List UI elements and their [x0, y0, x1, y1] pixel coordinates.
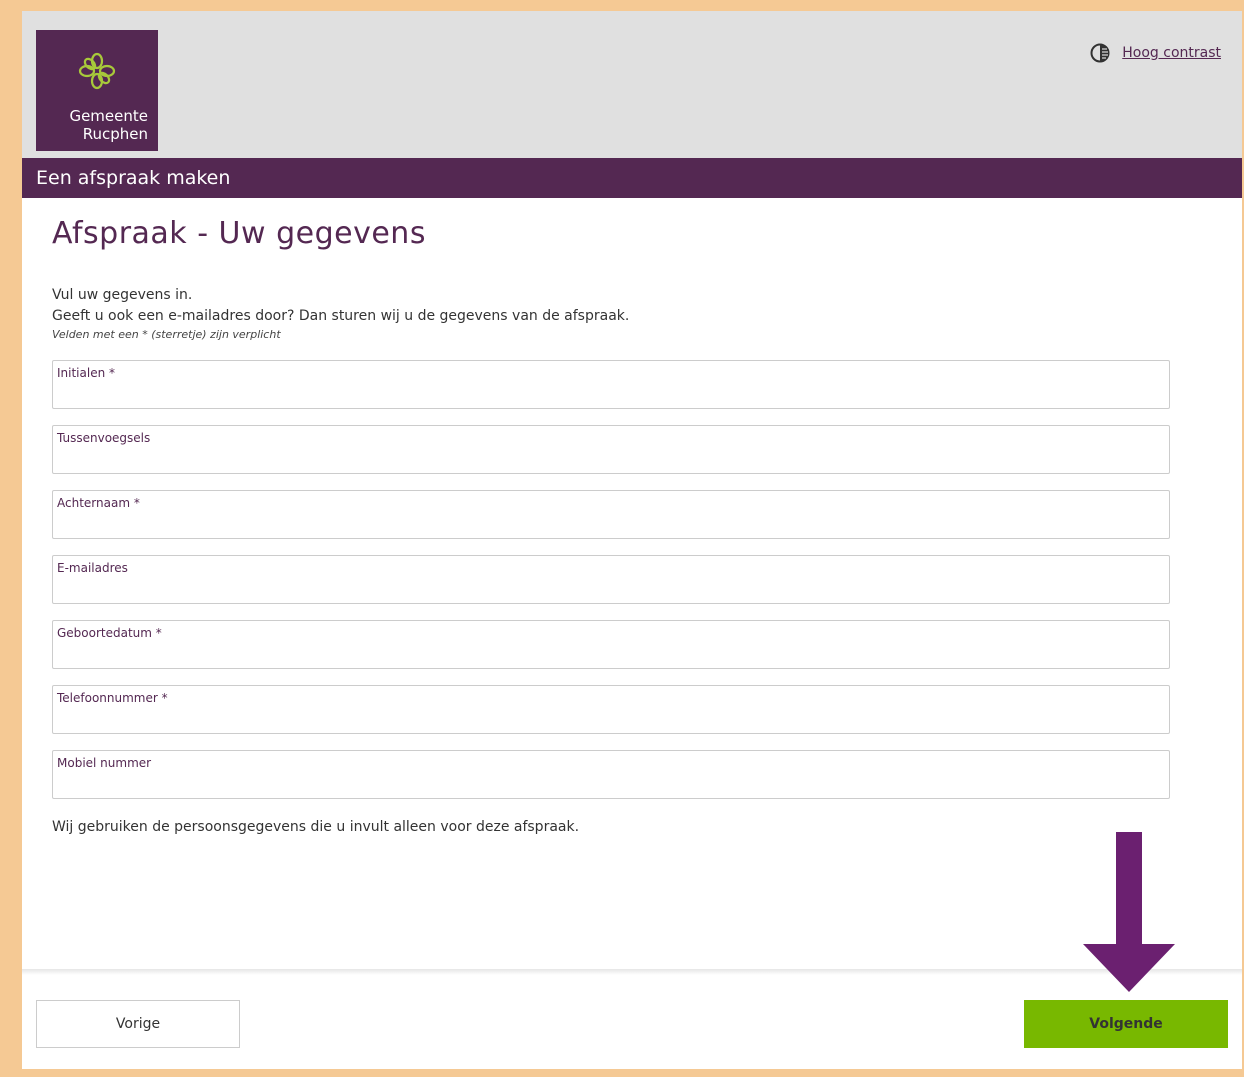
email-input[interactable]	[57, 578, 1163, 600]
mobile-field[interactable]: Mobiel nummer	[52, 750, 1170, 799]
phone-input[interactable]	[57, 708, 1163, 730]
municipality-logo[interactable]: Gemeente Rucphen	[36, 30, 158, 151]
required-fields-note: Velden met een * (sterretje) zijn verpli…	[52, 328, 281, 341]
page-banner: Een afspraak maken	[22, 158, 1242, 198]
contrast-icon	[1090, 43, 1110, 63]
email-field[interactable]: E-mailadres	[52, 555, 1170, 604]
initials-label: Initialen *	[57, 366, 116, 380]
intro-email-text: Geeft u ook een e-mailadres door? Dan st…	[52, 308, 630, 324]
surname-field[interactable]: Achternaam *	[52, 490, 1170, 539]
phone-field[interactable]: Telefoonnummer *	[52, 685, 1170, 734]
high-contrast-toggle[interactable]: Hoog contrast	[1090, 43, 1221, 63]
mobile-input[interactable]	[57, 773, 1163, 795]
intro-text: Vul uw gegevens in.	[52, 287, 193, 303]
initials-input[interactable]	[57, 383, 1163, 405]
birthdate-label: Geboortedatum *	[57, 626, 162, 640]
birthdate-input[interactable]	[57, 643, 1163, 665]
banner-title: Een afspraak maken	[36, 167, 231, 189]
flower-logo-icon	[78, 52, 116, 90]
prefix-field[interactable]: Tussenvoegsels	[52, 425, 1170, 474]
footer-divider	[22, 969, 1242, 975]
initials-field[interactable]: Initialen *	[52, 360, 1170, 409]
page-frame: Gemeente Rucphen Hoog contrast Een afspr…	[22, 11, 1242, 1069]
previous-button[interactable]: Vorige	[36, 1000, 240, 1048]
prefix-input[interactable]	[57, 448, 1163, 470]
prefix-label: Tussenvoegsels	[57, 431, 151, 445]
privacy-note: Wij gebruiken de persoonsgegevens die u …	[52, 819, 580, 835]
site-header: Gemeente Rucphen Hoog contrast	[22, 11, 1242, 158]
high-contrast-link[interactable]: Hoog contrast	[1122, 45, 1221, 61]
birthdate-field[interactable]: Geboortedatum *	[52, 620, 1170, 669]
page-title: Afspraak - Uw gegevens	[52, 216, 426, 251]
mobile-label: Mobiel nummer	[57, 756, 152, 770]
surname-label: Achternaam *	[57, 496, 140, 510]
logo-text-gemeente: Gemeente	[69, 107, 148, 125]
down-arrow-icon	[1083, 832, 1175, 992]
logo-text-rucphen: Rucphen	[82, 125, 148, 143]
next-button[interactable]: Volgende	[1024, 1000, 1228, 1048]
surname-input[interactable]	[57, 513, 1163, 535]
email-label: E-mailadres	[57, 561, 128, 575]
phone-label: Telefoonnummer *	[57, 691, 168, 705]
